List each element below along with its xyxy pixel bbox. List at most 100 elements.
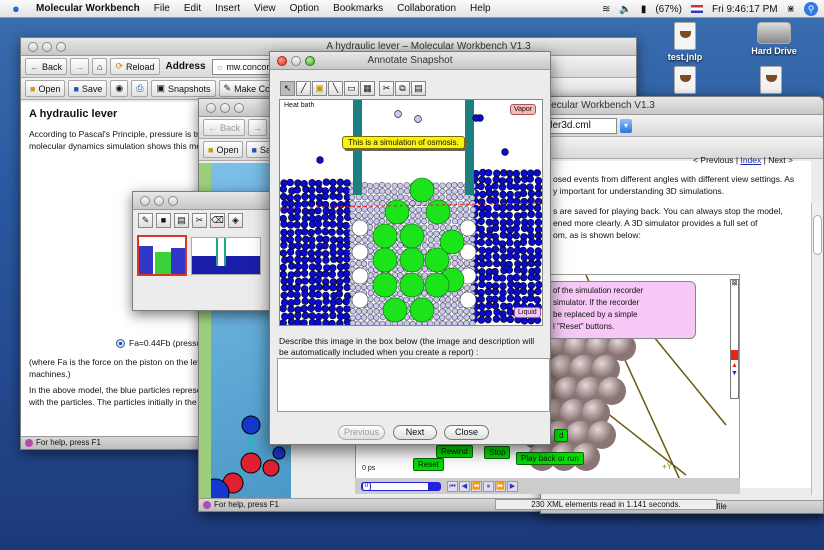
pencil-icon[interactable]: ✎ xyxy=(138,213,153,228)
address-dropdown-button[interactable]: ▾ xyxy=(620,118,632,133)
description-textarea[interactable] xyxy=(277,358,550,412)
dialog-title-bar[interactable]: Annotate Snapshot xyxy=(270,52,550,70)
zoom-button[interactable] xyxy=(56,42,66,52)
previous-button[interactable]: Previous xyxy=(338,425,385,440)
minimize-button[interactable] xyxy=(154,196,164,206)
time-slider-handle[interactable]: 0 xyxy=(362,481,371,491)
spotlight-icon[interactable]: ⚲ xyxy=(804,2,818,16)
close-button[interactable] xyxy=(28,42,38,52)
zoom-slider[interactable]: ⊠ ▲ ▼ xyxy=(730,279,739,399)
menu-option[interactable]: Option xyxy=(290,3,319,14)
desktop-icon-jnlp-2[interactable] xyxy=(650,66,720,96)
rectangle-icon[interactable]: ▭ xyxy=(344,81,359,96)
annotation-bubble[interactable]: This is a simulation of osmosis. xyxy=(342,136,465,149)
menu-bookmarks[interactable]: Bookmarks xyxy=(333,3,383,14)
line-icon[interactable]: ╲ xyxy=(328,81,343,96)
play-button[interactable]: ▶ xyxy=(507,481,518,492)
close-button[interactable] xyxy=(277,56,287,66)
time-slider[interactable]: 0 xyxy=(361,481,441,491)
zoom-button[interactable] xyxy=(168,196,178,206)
zoom-button[interactable] xyxy=(305,56,315,66)
select-arrow-icon[interactable]: ↖ xyxy=(280,81,295,96)
battery-icon[interactable]: ▮ xyxy=(641,4,647,15)
apple-menu-icon[interactable]: ● xyxy=(12,1,26,16)
forward-button[interactable]: → xyxy=(248,119,268,136)
solute-particle xyxy=(463,308,470,315)
solute-particle xyxy=(427,242,435,249)
copy-icon[interactable]: ⧉ xyxy=(395,81,410,96)
wifi-icon[interactable]: ≋ xyxy=(602,4,610,15)
forward-button[interactable]: → xyxy=(70,58,90,75)
close-slider-icon[interactable]: ⊠ xyxy=(731,280,738,288)
save-button[interactable]: ■ Save xyxy=(68,80,108,97)
snapshot-image[interactable]: Heat bath Vapor Liquid This is a simulat… xyxy=(279,99,543,326)
index-link[interactable]: Index xyxy=(740,155,761,165)
snapshot-thumbnail-selected[interactable] xyxy=(137,235,187,276)
slider-arrows-icon[interactable]: ▲ ▼ xyxy=(731,362,738,378)
cut-icon[interactable]: ✂ xyxy=(379,81,394,96)
solvent-particle xyxy=(478,268,486,276)
solute-particle xyxy=(367,242,374,249)
minimize-button[interactable] xyxy=(42,42,52,52)
back-button[interactable]: ← Back xyxy=(25,58,68,75)
grid-icon[interactable]: ▦ xyxy=(360,81,375,96)
page-scrollbar[interactable] xyxy=(811,203,823,495)
address-input[interactable]: order3d.cml xyxy=(541,117,617,134)
paste-icon[interactable]: ▤ xyxy=(174,213,189,228)
export-icon[interactable]: ◈ xyxy=(228,213,243,228)
open-button[interactable]: ■ Open xyxy=(203,141,244,158)
osmosis-simulation-graphic xyxy=(280,100,542,325)
print-button[interactable]: ⎙ xyxy=(131,80,149,97)
close-button[interactable] xyxy=(206,103,216,113)
title-bar[interactable]: Molecular Workbench V1.3 xyxy=(541,97,823,115)
app-menu[interactable]: Molecular Workbench xyxy=(36,3,140,14)
minimize-button[interactable] xyxy=(291,56,301,66)
clock[interactable]: Fri 9:46:17 PM xyxy=(712,4,778,15)
step-forward-button[interactable]: ⏩ xyxy=(495,481,506,492)
recorder-controls: 0 ⏮ ◀ ⏪ ⏸ ⏩ ▶ xyxy=(355,478,740,494)
home-button[interactable]: ⌂ xyxy=(92,58,108,75)
next-link[interactable]: Next > xyxy=(768,155,793,165)
callout-icon[interactable]: ▣ xyxy=(312,81,327,96)
radio-button[interactable] xyxy=(116,338,125,348)
eraser-icon[interactable]: ⌫ xyxy=(210,213,225,228)
menu-view[interactable]: View xyxy=(254,3,276,14)
menu-edit[interactable]: Edit xyxy=(184,3,201,14)
rewind-button[interactable]: ⏪ xyxy=(471,481,482,492)
input-flag-icon[interactable] xyxy=(691,5,704,13)
ruler-icon[interactable]: ╱ xyxy=(296,81,311,96)
solvent-particle xyxy=(302,235,310,244)
reload-icon: ⟳ xyxy=(115,61,123,71)
desktop-icon-hard-drive[interactable]: Hard Drive xyxy=(739,22,809,56)
menu-collaboration[interactable]: Collaboration xyxy=(397,3,456,14)
menu-insert[interactable]: Insert xyxy=(215,3,240,14)
volume-icon[interactable]: 🔈 xyxy=(619,4,631,15)
back-button[interactable]: ← Back xyxy=(203,119,246,136)
desktop-icon-jnlp-3[interactable] xyxy=(736,66,806,96)
reset-button[interactable]: ⏮ xyxy=(447,481,458,492)
close-button[interactable] xyxy=(140,196,150,206)
next-button[interactable]: Next xyxy=(393,425,437,440)
save-icon[interactable]: ■ xyxy=(156,213,171,228)
close-dialog-button[interactable]: Close xyxy=(444,425,489,440)
step-back-button[interactable]: ◀ xyxy=(459,481,470,492)
desktop-icon-test-jnlp[interactable]: test.jnlp xyxy=(650,22,720,62)
scroll-thumb[interactable] xyxy=(813,215,822,255)
find-button[interactable]: ◉ xyxy=(110,80,129,97)
open-button[interactable]: ■ Open xyxy=(25,80,66,97)
answer-option[interactable]: Fa=0.44Fb (pressure xyxy=(116,338,209,348)
reload-button[interactable]: ⟳ Reload xyxy=(110,58,160,75)
minimize-button[interactable] xyxy=(220,103,230,113)
menu-help[interactable]: Help xyxy=(470,3,491,14)
paste-icon[interactable]: ▤ xyxy=(411,81,426,96)
previous-link[interactable]: < Previous xyxy=(693,155,733,165)
menu-file[interactable]: File xyxy=(154,3,170,14)
pause-button[interactable]: ⏸ xyxy=(483,481,494,492)
bluetooth-icon[interactable]: ⋇ xyxy=(787,4,795,15)
scissors-icon[interactable]: ✂ xyxy=(192,213,207,228)
title-bar[interactable] xyxy=(133,192,275,210)
snapshot-thumbnail[interactable] xyxy=(191,237,261,275)
zoom-button[interactable] xyxy=(234,103,244,113)
snapshots-button[interactable]: ▣ Snapshots xyxy=(151,80,216,97)
slider-knob[interactable] xyxy=(731,350,738,360)
